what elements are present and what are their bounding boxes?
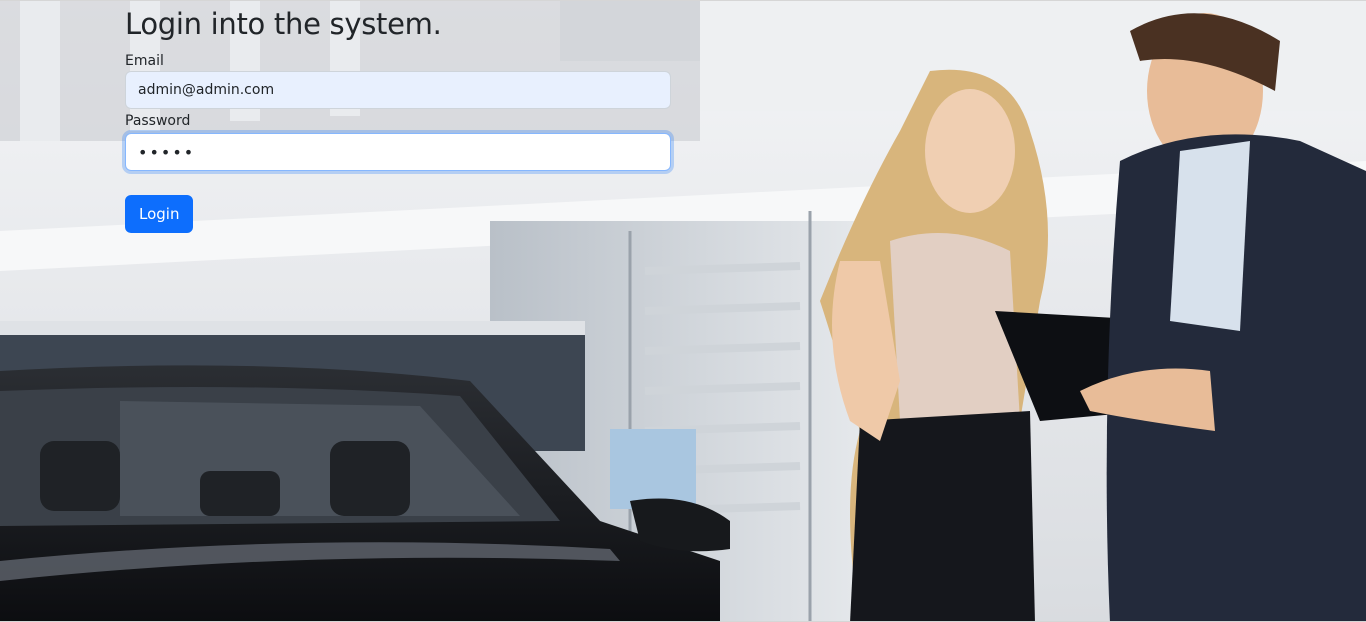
login-button[interactable]: Login: [125, 195, 194, 233]
email-label: Email: [125, 53, 164, 69]
login-page: Login into the system. Email Password Lo…: [0, 0, 1366, 622]
login-form: Login into the system. Email Password Lo…: [125, 3, 671, 233]
email-input[interactable]: [125, 71, 671, 109]
page-title: Login into the system.: [125, 7, 442, 41]
password-label: Password: [125, 113, 191, 129]
password-input[interactable]: [125, 133, 671, 171]
